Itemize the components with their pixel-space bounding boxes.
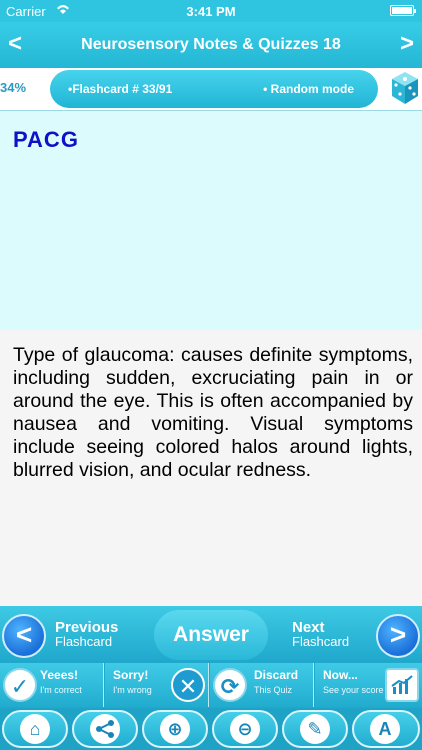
previous-sublabel[interactable]: Flashcard	[55, 634, 112, 649]
font-size-button[interactable]: A	[352, 710, 420, 748]
dice-icon[interactable]	[390, 70, 420, 106]
close-icon: ✕	[171, 668, 205, 702]
bookmark-button[interactable]: ✎	[282, 710, 348, 748]
correct-title: Yeees!	[40, 668, 79, 682]
refresh-icon: ⟳	[213, 668, 247, 702]
bottom-toolbar: ⌂ ⊕ ⊖ ✎ A	[0, 708, 422, 750]
flashcard-term: PACG	[13, 127, 79, 152]
info-strip: 34% •Flashcard # 33/91 • Random mode	[0, 68, 422, 110]
zoom-out-button[interactable]: ⊖	[212, 710, 278, 748]
progress-percent: 34%	[0, 80, 27, 95]
wrong-title: Sorry!	[113, 668, 149, 682]
chart-icon	[385, 668, 419, 702]
score-sub: See your score	[323, 685, 384, 695]
next-sublabel[interactable]: Flashcard	[292, 634, 349, 649]
correct-button[interactable]: ✓ Yeees! I'm correct	[0, 663, 104, 707]
check-icon: ✓	[3, 668, 37, 702]
see-score-button[interactable]: Now... See your score	[315, 663, 422, 707]
zoom-in-icon: ⊕	[160, 714, 190, 744]
discard-quiz-button[interactable]: ⟳ Discard This Quiz	[210, 663, 314, 707]
next-button[interactable]: >	[376, 614, 420, 658]
share-button[interactable]	[72, 710, 138, 748]
answer-button[interactable]: Answer	[154, 610, 268, 660]
previous-label[interactable]: Previous	[55, 620, 118, 635]
nav-bar: < Neurosensory Notes & Quizzes 18 >	[0, 22, 422, 68]
correct-sub: I'm correct	[40, 685, 82, 695]
feedback-row: ✓ Yeees! I'm correct Sorry! I'm wrong ✕ …	[0, 662, 422, 708]
zoom-out-icon: ⊖	[230, 714, 260, 744]
discard-title: Discard	[254, 668, 299, 682]
score-title: Now...	[323, 668, 358, 682]
flashcard-info-pill: •Flashcard # 33/91 • Random mode	[50, 70, 378, 108]
previous-button[interactable]: <	[2, 614, 46, 658]
battery-icon	[390, 5, 416, 16]
term-panel: PACG	[0, 110, 422, 330]
page-title: Neurosensory Notes & Quizzes 18	[81, 36, 341, 53]
chevron-right-icon: >	[389, 619, 407, 650]
wrong-button[interactable]: Sorry! I'm wrong ✕	[105, 663, 209, 707]
clock: 3:41 PM	[186, 4, 236, 19]
flashcard-definition: Type of glaucoma: causes definite sympto…	[13, 344, 413, 481]
definition-panel: Type of glaucoma: causes definite sympto…	[0, 330, 422, 606]
chevron-right-icon[interactable]: >	[400, 30, 414, 58]
bookmark-icon: ✎	[300, 714, 330, 744]
chevron-left-icon[interactable]: <	[8, 30, 22, 58]
chevron-left-icon: <	[15, 619, 33, 650]
status-bar: Carrier 3:41 PM	[0, 0, 422, 22]
random-mode-toggle[interactable]: • Random mode	[263, 82, 354, 96]
wrong-sub: I'm wrong	[113, 685, 152, 695]
home-button[interactable]: ⌂	[2, 710, 68, 748]
home-icon: ⌂	[20, 714, 50, 744]
font-icon: A	[370, 714, 400, 744]
action-row: < Previous Flashcard Answer Next Flashca…	[0, 606, 422, 662]
flashcard-counter: •Flashcard # 33/91	[68, 82, 173, 96]
discard-sub: This Quiz	[254, 685, 293, 695]
zoom-in-button[interactable]: ⊕	[142, 710, 208, 748]
next-label[interactable]: Next	[292, 620, 325, 635]
share-icon	[90, 714, 120, 744]
